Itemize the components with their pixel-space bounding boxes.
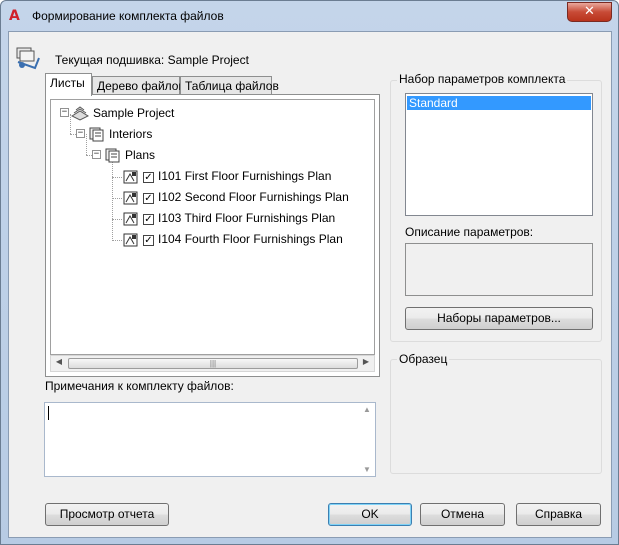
current-sheet-set-label: Текущая подшивка: Sample Project bbox=[55, 53, 249, 67]
help-button-label: Справка bbox=[534, 507, 583, 521]
tree-plans-label[interactable]: Plans bbox=[125, 148, 155, 162]
tab-file-tree[interactable]: Дерево файлов bbox=[92, 76, 185, 95]
sheet-icon bbox=[123, 191, 138, 205]
tree-horizontal-scrollbar[interactable]: ◀ ||| ▶ bbox=[50, 355, 375, 372]
close-icon: ✕ bbox=[584, 4, 595, 19]
close-button[interactable]: ✕ bbox=[567, 2, 612, 22]
tree-connector bbox=[112, 198, 122, 199]
view-report-button-label: Просмотр отчета bbox=[59, 507, 155, 521]
transmittal-setups-button[interactable]: Наборы параметров... bbox=[405, 307, 593, 330]
view-report-button[interactable]: Просмотр отчета bbox=[45, 503, 169, 526]
description-box bbox=[405, 243, 593, 296]
notes-vertical-scrollbar[interactable]: ▲ ▼ bbox=[359, 403, 375, 476]
scroll-down-icon[interactable]: ▼ bbox=[363, 465, 371, 474]
sheet-set-icon bbox=[71, 106, 89, 121]
sheets-tab-panel: − Sample Project − Interiors − Plans ✓ I… bbox=[45, 94, 380, 377]
sheet-checkbox[interactable]: ✓ bbox=[143, 193, 154, 204]
cancel-button[interactable]: Отмена bbox=[420, 503, 505, 526]
description-label: Описание параметров: bbox=[403, 225, 536, 239]
dialog-client: Текущая подшивка: Sample Project Листы Д… bbox=[8, 31, 612, 538]
subset-icon bbox=[89, 127, 104, 142]
transmittal-setups-button-label: Наборы параметров... bbox=[437, 311, 561, 325]
cancel-button-label: Отмена bbox=[440, 507, 485, 521]
tab-file-table-label: Таблица файлов bbox=[185, 79, 279, 93]
text-caret bbox=[48, 406, 49, 420]
help-button[interactable]: Справка bbox=[516, 503, 601, 526]
setup-group-label: Набор параметров комплекта bbox=[397, 72, 568, 86]
sheet-label[interactable]: I103 Third Floor Furnishings Plan bbox=[158, 211, 335, 225]
tree-connector bbox=[86, 134, 87, 155]
notes-label: Примечания к комплекту файлов: bbox=[45, 379, 234, 393]
sheet-label[interactable]: I101 First Floor Furnishings Plan bbox=[158, 169, 331, 183]
sheet-checkbox[interactable]: ✓ bbox=[143, 172, 154, 183]
sheet-checkbox[interactable]: ✓ bbox=[143, 235, 154, 246]
setup-list-item[interactable]: Standard bbox=[407, 96, 591, 110]
sheet-checkbox[interactable]: ✓ bbox=[143, 214, 154, 225]
sheet-label[interactable]: I102 Second Floor Furnishings Plan bbox=[158, 190, 349, 204]
window-title: Формирование комплекта файлов bbox=[32, 9, 224, 23]
root-expander[interactable]: − bbox=[60, 108, 69, 117]
sheet-label[interactable]: I104 Fourth Floor Furnishings Plan bbox=[158, 232, 343, 246]
setup-listbox[interactable]: Standard bbox=[405, 93, 593, 216]
tree-connector bbox=[112, 160, 113, 241]
subset-icon bbox=[105, 148, 120, 163]
tree-subset-label[interactable]: Interiors bbox=[109, 127, 152, 141]
tab-sheets-label: Листы bbox=[50, 76, 85, 90]
sheet-icon bbox=[123, 233, 138, 247]
preview-group-label: Образец bbox=[397, 352, 450, 366]
tree-connector bbox=[112, 240, 122, 241]
dialog-window: A Формирование комплекта файлов ✕ Текуща… bbox=[0, 0, 619, 545]
scroll-up-icon[interactable]: ▲ bbox=[363, 405, 371, 414]
tab-file-table[interactable]: Таблица файлов bbox=[180, 76, 279, 95]
tree-connector bbox=[112, 177, 122, 178]
notes-textarea[interactable]: ▲ ▼ bbox=[44, 402, 376, 477]
ok-button-label: OK bbox=[361, 507, 379, 521]
tab-file-tree-label: Дерево файлов bbox=[97, 79, 185, 93]
tab-sheets[interactable]: Листы bbox=[45, 73, 92, 96]
tree-root-label[interactable]: Sample Project bbox=[93, 106, 174, 120]
ok-button[interactable]: OK bbox=[328, 503, 412, 526]
scroll-right-icon[interactable]: ▶ bbox=[359, 357, 373, 366]
scroll-thumb[interactable]: ||| bbox=[68, 358, 358, 369]
preview-group-box bbox=[390, 359, 602, 474]
title-bar[interactable]: A Формирование комплекта файлов ✕ bbox=[1, 1, 618, 32]
sheet-set-icon bbox=[16, 47, 40, 70]
autocad-icon: A bbox=[9, 8, 20, 24]
plans-expander[interactable]: − bbox=[92, 150, 101, 159]
subset-expander[interactable]: − bbox=[76, 129, 85, 138]
sheet-tree[interactable]: − Sample Project − Interiors − Plans ✓ I… bbox=[50, 99, 375, 355]
scroll-left-icon[interactable]: ◀ bbox=[52, 357, 66, 366]
sheet-icon bbox=[123, 212, 138, 226]
tree-connector bbox=[112, 219, 122, 220]
sheet-icon bbox=[123, 170, 138, 184]
